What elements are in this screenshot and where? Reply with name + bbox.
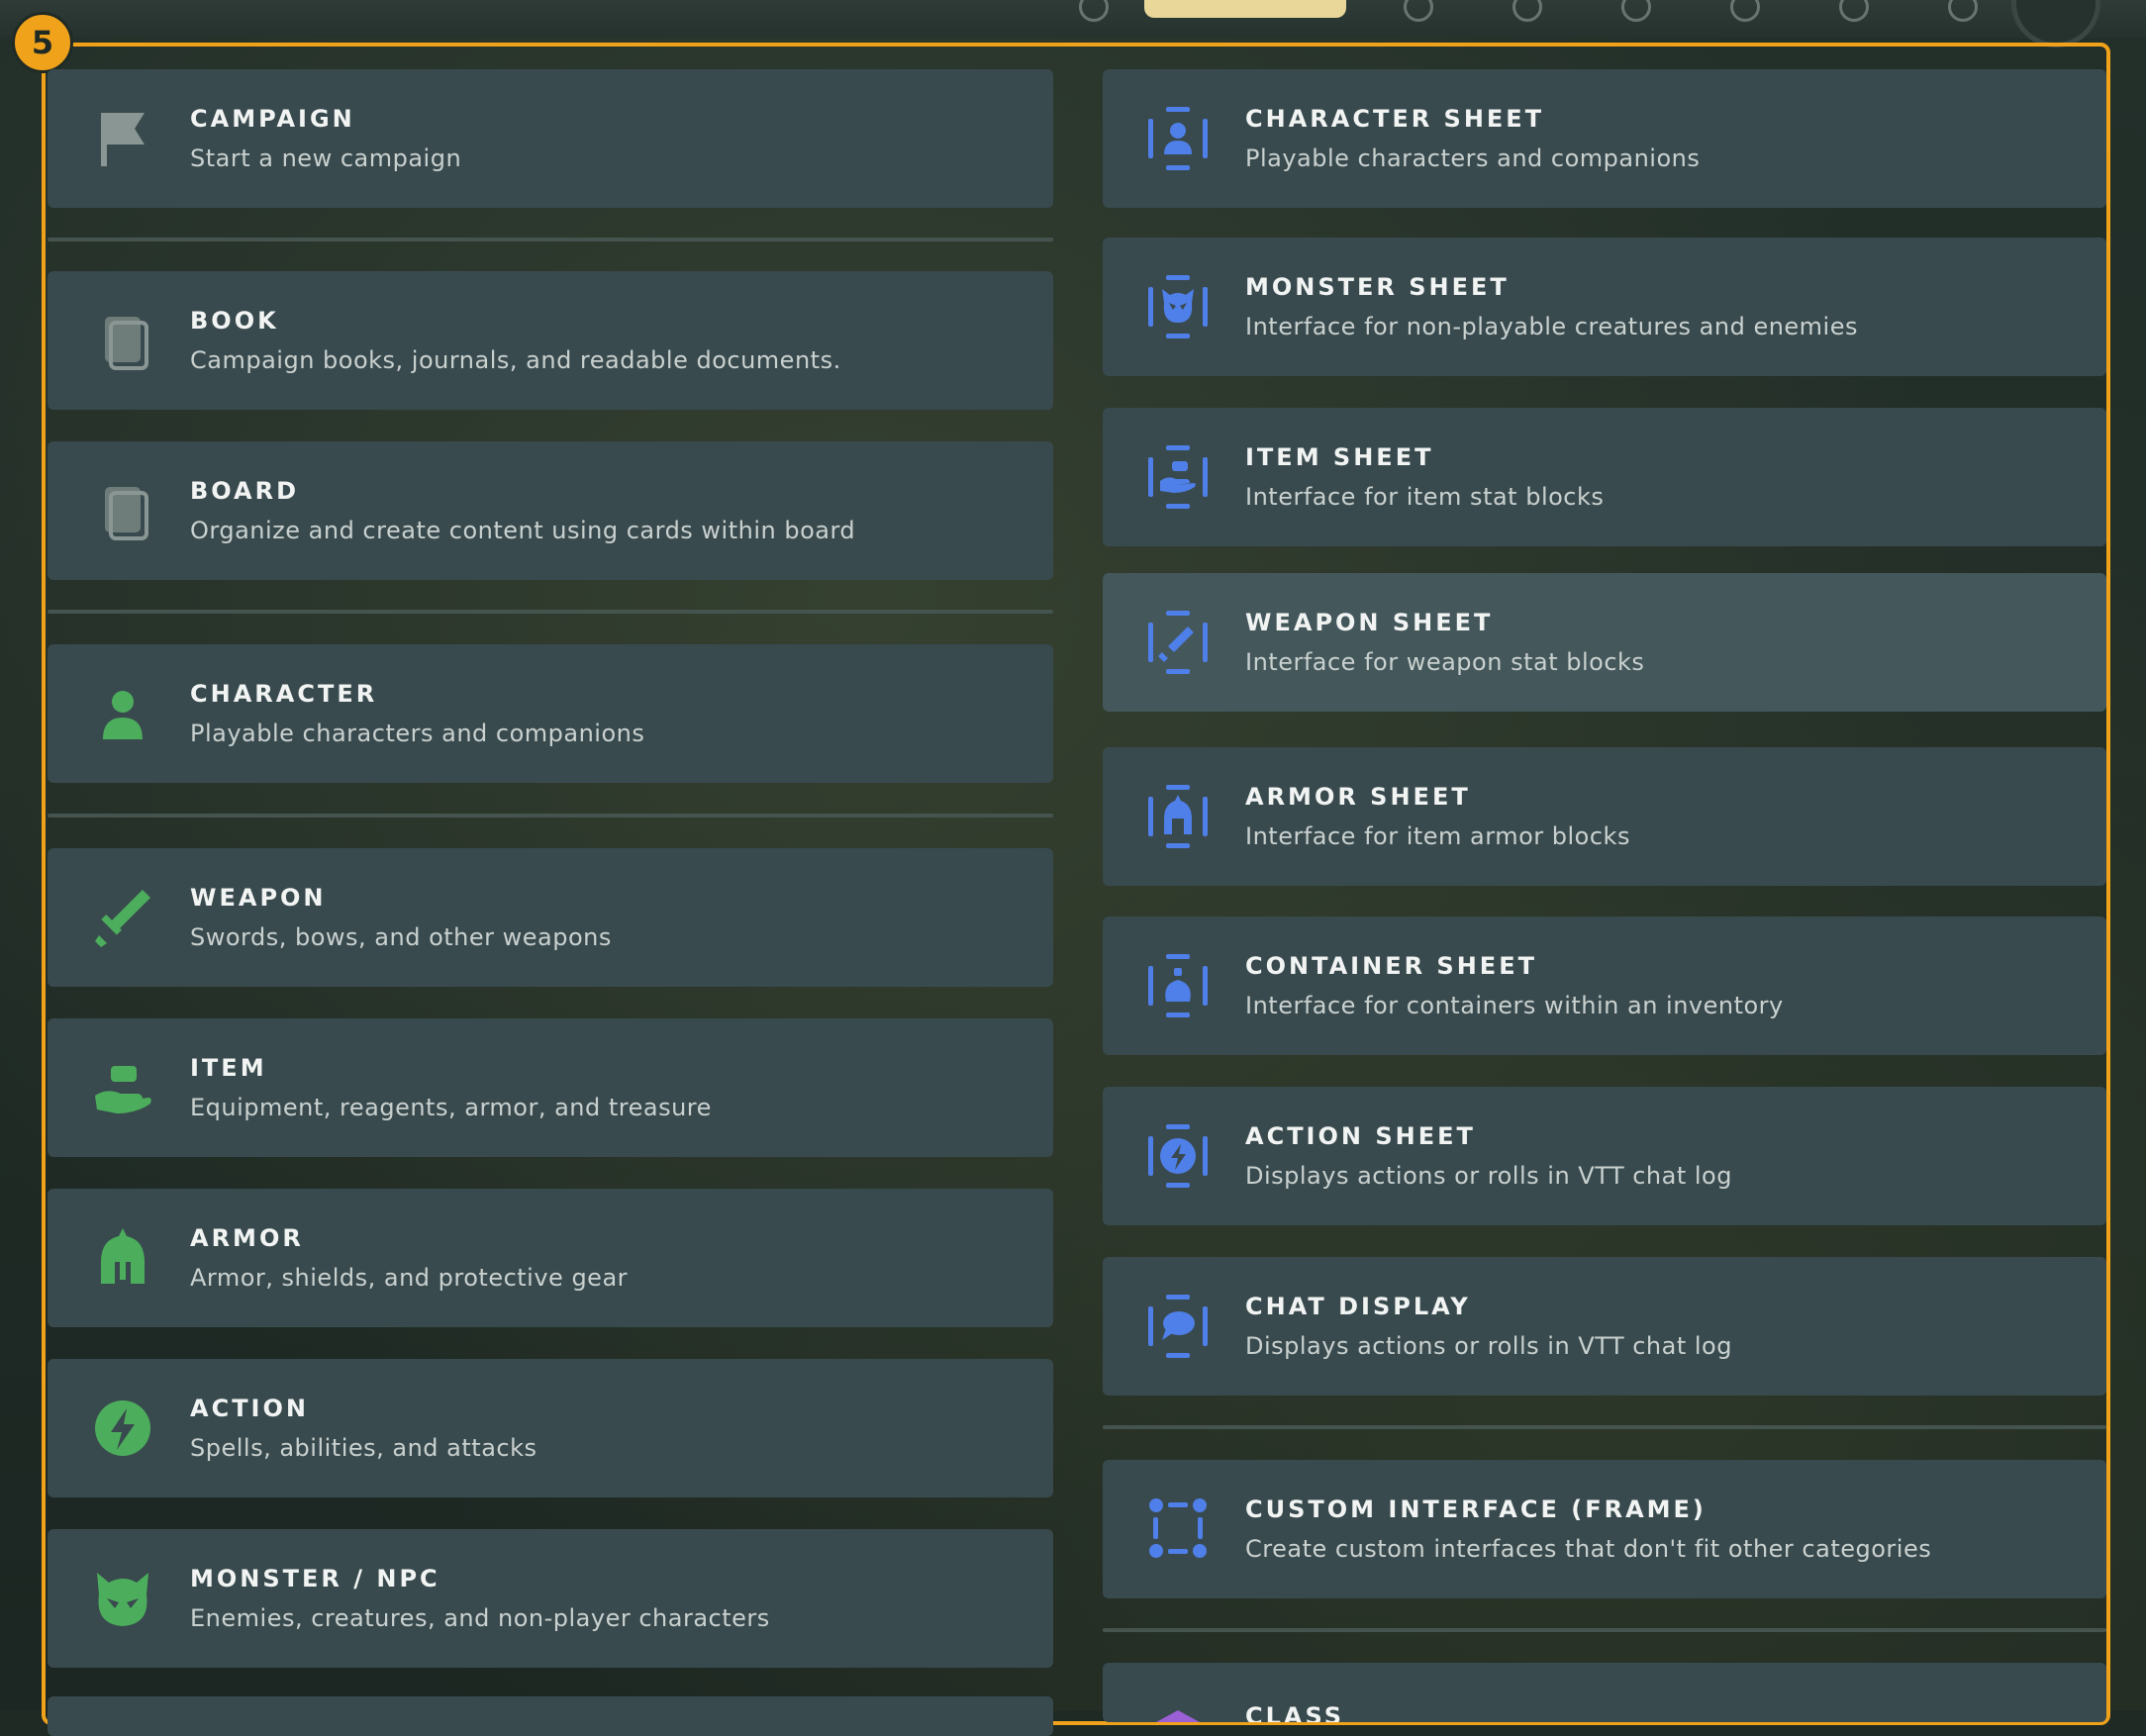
- card-title: ARMOR: [190, 1224, 304, 1252]
- card-custom-interface[interactable]: CUSTOM INTERFACE (FRAME) Create custom in…: [1103, 1460, 2106, 1598]
- card-item[interactable]: ITEM Equipment, reagents, armor, and trea…: [48, 1018, 1053, 1157]
- weapon-sheet-icon: [1142, 607, 1214, 678]
- card-desc: Armor, shields, and protective gear: [190, 1264, 629, 1292]
- card-weapon-sheet[interactable]: WEAPON SHEET Interface for weapon stat bl…: [1103, 573, 2106, 712]
- card-title: WEAPON: [190, 884, 327, 912]
- card-title: CHARACTER SHEET: [1245, 105, 1545, 133]
- sword-icon: [87, 882, 158, 953]
- divider: [48, 610, 1053, 614]
- toolbar-icon-5[interactable]: [1839, 0, 1869, 22]
- card-desc: Playable characters and companions: [1245, 145, 1701, 172]
- card-title: MONSTER SHEET: [1245, 273, 1510, 301]
- card-title: CONTAINER SHEET: [1245, 952, 1537, 980]
- helmet-icon: [87, 1222, 158, 1294]
- card-desc: Displays actions or rolls in VTT chat lo…: [1245, 1332, 1732, 1360]
- card-desc: Campaign books, journals, and readable d…: [190, 346, 841, 374]
- card-title: ARMOR SHEET: [1245, 783, 1471, 811]
- card-title: BOOK: [190, 307, 279, 335]
- card-desc: Create custom interfaces that don't fit …: [1245, 1535, 1932, 1563]
- card-chat-display[interactable]: CHAT DISPLAY Displays actions or rolls in…: [1103, 1257, 2106, 1396]
- card-title: ITEM: [190, 1054, 267, 1082]
- card-title: CAMPAIGN: [190, 105, 355, 133]
- card-armor[interactable]: ARMOR Armor, shields, and protective gear: [48, 1189, 1053, 1327]
- toolbar-icon-3[interactable]: [1621, 0, 1651, 22]
- chevron-left-icon[interactable]: [1079, 0, 1109, 22]
- lightning-icon: [87, 1393, 158, 1464]
- card-action[interactable]: ACTION Spells, abilities, and attacks: [48, 1359, 1053, 1497]
- card-desc: Organize and create content using cards …: [190, 517, 856, 544]
- frame-icon: [1142, 1494, 1214, 1565]
- item-sheet-icon: [1142, 441, 1214, 513]
- step-badge: 5: [12, 12, 73, 73]
- chat-display-icon: [1142, 1291, 1214, 1362]
- toolbar-icon-4[interactable]: [1730, 0, 1760, 22]
- card-title: BOARD: [190, 477, 300, 505]
- card-title: ITEM SHEET: [1245, 443, 1434, 471]
- card-character-sheet[interactable]: CHARACTER SHEET Playable characters and c…: [1103, 69, 2106, 208]
- card-title: CHAT DISPLAY: [1245, 1293, 1471, 1320]
- card-desc: Equipment, reagents, armor, and treasure: [190, 1094, 712, 1121]
- card-board[interactable]: BOARD Organize and create content using c…: [48, 441, 1053, 580]
- hand-item-icon: [87, 1052, 158, 1123]
- person-icon: [87, 678, 158, 749]
- card-title: MONSTER / NPC: [190, 1565, 440, 1592]
- card-class[interactable]: CLASS: [1103, 1663, 2106, 1722]
- top-toolbar: [0, 0, 2146, 48]
- card-title: CLASS: [1245, 1702, 1344, 1722]
- card-desc: Enemies, creatures, and non-player chara…: [190, 1604, 770, 1632]
- card-title: CUSTOM INTERFACE (FRAME): [1245, 1495, 1707, 1523]
- card-character[interactable]: CHARACTER Playable characters and compani…: [48, 644, 1053, 783]
- character-sheet-icon: [1142, 103, 1214, 174]
- card-action-sheet[interactable]: ACTION SHEET Displays actions or rolls in…: [1103, 1087, 2106, 1225]
- monster-icon: [87, 1563, 158, 1634]
- book-icon: [87, 305, 158, 376]
- card-desc: Interface for weapon stat blocks: [1245, 648, 1645, 676]
- toolbar-icon-6[interactable]: [1948, 0, 1978, 22]
- card-armor-sheet[interactable]: ARMOR SHEET Interface for item armor bloc…: [1103, 747, 2106, 886]
- container-sheet-icon: [1142, 950, 1214, 1021]
- card-title: WEAPON SHEET: [1245, 609, 1494, 636]
- divider: [48, 238, 1053, 241]
- card-desc: Displays actions or rolls in VTT chat lo…: [1245, 1162, 1732, 1190]
- divider: [1103, 1425, 2106, 1429]
- card-desc: Interface for containers within an inven…: [1245, 992, 1784, 1019]
- card-desc: Start a new campaign: [190, 145, 462, 172]
- card-monster-npc[interactable]: MONSTER / NPC Enemies, creatures, and non…: [48, 1529, 1053, 1668]
- armor-sheet-icon: [1142, 781, 1214, 852]
- card-desc: Swords, bows, and other weapons: [190, 923, 612, 951]
- card-weapon[interactable]: WEAPON Swords, bows, and other weapons: [48, 848, 1053, 987]
- toolbar-icon-1[interactable]: [1404, 0, 1433, 22]
- card-item-sheet[interactable]: ITEM SHEET Interface for item stat blocks: [1103, 408, 2106, 546]
- card-desc: Interface for item armor blocks: [1245, 822, 1630, 850]
- card-book[interactable]: BOOK Campaign books, journals, and readab…: [48, 271, 1053, 410]
- card-container-sheet[interactable]: CONTAINER SHEET Interface for containers …: [1103, 916, 2106, 1055]
- card-title: CHARACTER: [190, 680, 378, 708]
- card-desc: Spells, abilities, and attacks: [190, 1434, 537, 1462]
- card-monster-sheet[interactable]: MONSTER SHEET Interface for non-playable …: [1103, 238, 2106, 376]
- flag-icon: [87, 103, 158, 174]
- monster-sheet-icon: [1142, 271, 1214, 342]
- action-sheet-icon: [1142, 1120, 1214, 1192]
- card-desc: Interface for item stat blocks: [1245, 483, 1605, 511]
- board-icon: [87, 475, 158, 546]
- card-desc: Playable characters and companions: [190, 720, 645, 747]
- card-title: ACTION: [190, 1395, 309, 1422]
- divider: [48, 814, 1053, 818]
- divider: [1103, 1628, 2106, 1632]
- card-title: ACTION SHEET: [1245, 1122, 1476, 1150]
- card-partial[interactable]: [48, 1696, 1053, 1736]
- toolbar-icon-2[interactable]: [1512, 0, 1542, 22]
- class-icon: [1142, 1702, 1214, 1722]
- top-active-tab[interactable]: [1144, 0, 1346, 18]
- card-campaign[interactable]: CAMPAIGN Start a new campaign: [48, 69, 1053, 208]
- card-desc: Interface for non-playable creatures and…: [1245, 313, 1858, 340]
